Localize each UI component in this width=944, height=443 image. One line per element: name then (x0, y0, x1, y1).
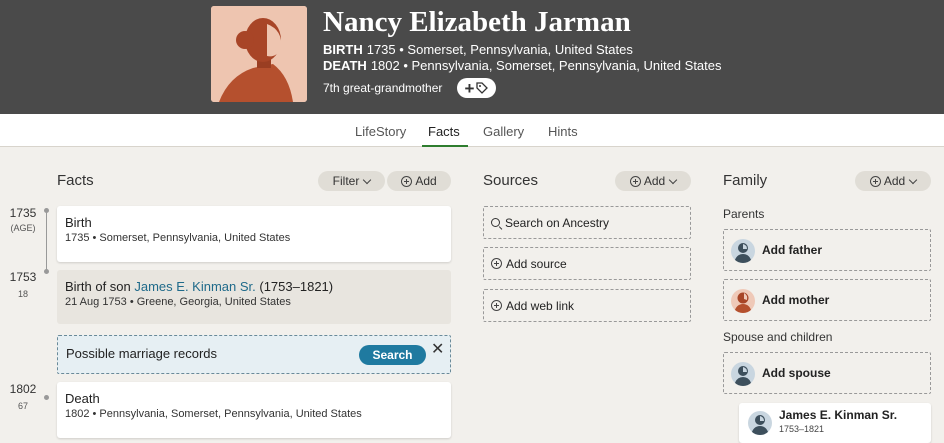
add-circle-icon (869, 175, 881, 187)
child-name: James E. Kinman Sr. (779, 408, 898, 422)
plus-icon: + (464, 78, 475, 98)
fact-title-suffix: (1753–1821) (255, 279, 334, 294)
fact-title: Birth of son James E. Kinman Sr. (1753–1… (65, 279, 333, 294)
tab-lifestory[interactable]: LifeStory (355, 124, 406, 139)
male-avatar-icon (748, 411, 772, 435)
female-avatar-icon (211, 6, 307, 102)
add-father-button[interactable]: Add father (723, 229, 931, 271)
profile-photo[interactable] (211, 6, 307, 102)
search-on-ancestry-label: Search on Ancestry (505, 215, 610, 230)
male-avatar-icon (731, 362, 755, 386)
add-circle-icon (491, 258, 502, 269)
search-button[interactable]: Search (359, 345, 426, 365)
add-mother-button[interactable]: Add mother (723, 279, 931, 321)
fact-card-birth-of-son[interactable]: Birth of son James E. Kinman Sr. (1753–1… (57, 270, 451, 324)
add-fact-button[interactable]: Add (387, 171, 451, 191)
family-heading: Family (723, 172, 768, 189)
add-circle-icon (491, 300, 502, 311)
add-web-link-label: Add web link (506, 298, 575, 313)
add-source-item-label: Add source (506, 256, 567, 271)
birth-detail: 1735 • Somerset, Pennsylvania, United St… (366, 42, 633, 57)
timeline-age: 18 (17, 289, 28, 299)
add-circle-icon (401, 175, 413, 187)
death-label: DEATH (323, 58, 367, 73)
marriage-records-hint: Possible marriage records Search ✕ (57, 335, 451, 374)
add-fact-label: Add (415, 174, 437, 188)
person-name: Nancy Elizabeth Jarman (323, 6, 631, 38)
timeline-year: 1735 (9, 206, 37, 220)
filter-button[interactable]: Filter (318, 171, 385, 191)
fact-card-death[interactable]: Death 1802 • Pennsylvania, Somerset, Pen… (57, 382, 451, 438)
add-circle-icon (629, 175, 641, 187)
timeline-year: 1802 (9, 382, 37, 396)
chevron-down-icon (908, 175, 918, 184)
add-spouse-label: Add spouse (762, 366, 831, 380)
facts-heading: Facts (57, 172, 94, 189)
fact-title: Birth (65, 215, 92, 230)
fact-detail: 21 Aug 1753 • Greene, Georgia, United St… (65, 296, 291, 308)
parents-label: Parents (723, 207, 765, 221)
tab-gallery[interactable]: Gallery (483, 124, 524, 139)
active-tab-indicator (422, 145, 468, 147)
add-web-link-button[interactable]: Add web link (483, 289, 691, 322)
add-family-label: Add (883, 174, 906, 188)
close-icon[interactable]: ✕ (431, 339, 444, 359)
add-father-label: Add father (762, 243, 822, 257)
son-name-link[interactable]: James E. Kinman Sr. (134, 279, 255, 294)
birth-label: BIRTH (323, 42, 363, 57)
tab-facts[interactable]: Facts (428, 124, 460, 139)
timeline-age: (AGE) (10, 223, 36, 233)
fact-detail: 1802 • Pennsylvania, Somerset, Pennsylva… (65, 408, 362, 420)
add-mother-label: Add mother (762, 293, 830, 307)
birth-summary: BIRTH 1735 • Somerset, Pennsylvania, Unit… (323, 42, 633, 57)
spouse-children-label: Spouse and children (723, 330, 833, 344)
fact-title: Death (65, 391, 100, 406)
add-spouse-button[interactable]: Add spouse (723, 352, 931, 394)
chevron-down-icon (363, 175, 372, 184)
add-source-label: Add (643, 174, 666, 188)
tab-hints[interactable]: Hints (548, 124, 578, 139)
add-source-button[interactable]: Add source (483, 247, 691, 280)
search-on-ancestry-button[interactable]: Search on Ancestry (483, 206, 691, 239)
female-avatar-icon (731, 289, 755, 313)
tag-icon (476, 82, 489, 94)
timeline-line (46, 210, 47, 272)
search-icon (491, 218, 500, 227)
profile-tabs: LifeStory Facts Gallery Hints (0, 114, 944, 147)
add-family-menu-button[interactable]: Add (855, 171, 931, 191)
relationship-label: 7th great-grandmother (323, 81, 443, 95)
chevron-down-icon (668, 175, 678, 184)
marriage-hint-text: Possible marriage records (66, 346, 218, 361)
fact-title-prefix: Birth of son (65, 279, 135, 294)
child-dates: 1753–1821 (779, 424, 825, 434)
fact-card-birth[interactable]: Birth 1735 • Somerset, Pennsylvania, Uni… (57, 206, 451, 262)
timeline-age: 67 (17, 401, 28, 411)
add-tag-button[interactable]: + (457, 78, 496, 98)
death-detail: 1802 • Pennsylvania, Somerset, Pennsylva… (370, 58, 722, 73)
timeline-year: 1753 (9, 270, 37, 284)
filter-label: Filter (332, 174, 360, 188)
fact-detail: 1735 • Somerset, Pennsylvania, United St… (65, 232, 291, 244)
add-source-menu-button[interactable]: Add (615, 171, 691, 191)
person-header: Nancy Elizabeth Jarman BIRTH 1735 • Somer… (0, 0, 944, 114)
death-summary: DEATH 1802 • Pennsylvania, Somerset, Penn… (323, 58, 722, 73)
child-card[interactable]: James E. Kinman Sr. 1753–1821 (739, 403, 931, 443)
sources-heading: Sources (483, 172, 539, 189)
male-avatar-icon (731, 239, 755, 263)
